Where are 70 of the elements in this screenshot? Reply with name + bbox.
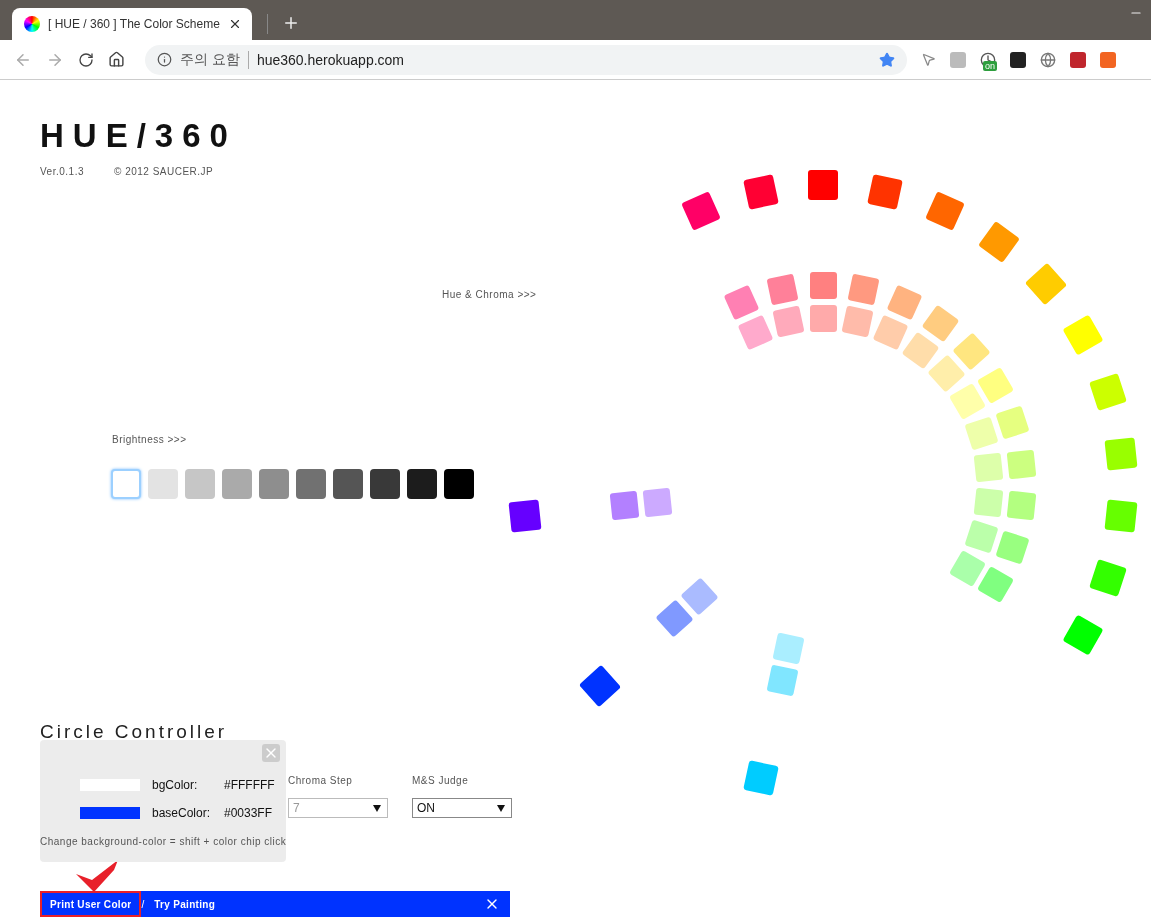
brightness-swatch[interactable] [185,469,215,499]
color-chip[interactable] [973,452,1004,483]
brightness-swatch[interactable] [148,469,178,499]
bar-link[interactable]: Try Painting [144,891,226,917]
brightness-label: Brightness >>> [112,434,188,445]
color-chip[interactable] [841,305,874,338]
color-chip[interactable] [973,487,1004,518]
caret-icon [373,804,381,812]
star-icon[interactable] [879,51,895,68]
logo: HUE/360 [40,116,238,154]
copyright-text: © 2012 SAUCER.JP [114,166,214,177]
url-text: hue360.herokuapp.com [256,51,405,68]
separator-text: / [141,898,145,910]
brightness-swatch[interactable] [222,469,252,499]
color-wheel-icon [24,16,40,32]
home-icon[interactable] [108,51,125,68]
color-chip[interactable] [872,314,909,351]
color-chip[interactable] [808,170,838,200]
brightness-swatch[interactable] [259,469,289,499]
extension-icon[interactable] [1010,51,1026,68]
cursor-icon[interactable] [921,52,936,67]
browser-tab[interactable]: [ HUE / 360 ] The Color Scheme [12,8,252,40]
color-label: baseColor: [152,806,212,820]
close-icon[interactable] [228,17,242,31]
brightness-swatch[interactable] [370,469,400,499]
color-chip[interactable] [927,354,966,393]
bar-link[interactable]: Print User Color [40,891,142,917]
color-chip[interactable] [1006,490,1037,521]
select-field[interactable]: ON [412,798,512,818]
address-bar[interactable]: 주의 요함 hue360.herokuapp.com [145,44,907,75]
color-chip[interactable] [1104,437,1138,471]
color-chip[interactable] [772,305,805,338]
new-tab-icon[interactable] [282,14,300,32]
brightness-swatch[interactable] [407,469,437,499]
brightness-swatch[interactable] [111,469,141,499]
color-chip[interactable] [847,273,880,306]
color-chip[interactable] [964,519,999,554]
security-label: 주의 요함 [180,50,249,69]
brightness-swatch[interactable] [296,469,326,499]
info-icon[interactable] [157,52,172,67]
color-value: #0033FF [224,806,273,820]
hint-text: Change background-color = shift + color chip click [40,836,288,847]
color-chip[interactable] [809,271,837,299]
color-chip[interactable] [766,273,799,306]
color-chip[interactable] [964,416,999,451]
color-chip[interactable] [766,664,799,697]
color-chip[interactable] [1006,449,1037,480]
close-button[interactable] [262,744,280,762]
brightness-swatch[interactable] [444,469,474,499]
extension-badge: on [983,60,997,71]
version-text: Ver.0.1.3 [40,166,84,177]
field-label: Chroma Step [288,775,354,786]
hue-chroma-label: Hue & Chroma >>> [442,289,538,300]
brightness-swatch[interactable] [333,469,363,499]
globe-icon[interactable] [1040,51,1056,68]
tab-title: [ HUE / 360 ] The Color Scheme [48,17,220,31]
color-chip[interactable] [508,499,542,533]
color-chip[interactable] [609,490,640,521]
color-chip[interactable] [948,383,986,421]
color-chip[interactable] [902,331,940,369]
reload-icon[interactable] [78,51,94,68]
color-label: bgColor: [152,778,199,792]
controller-title: Circle Controller [40,721,229,743]
color-chip[interactable] [809,304,837,332]
color-chip[interactable] [642,487,673,518]
caret-icon [497,804,505,812]
color-value: #FFFFFF [224,778,275,792]
color-chip[interactable] [1104,499,1138,533]
field-label: M&S Judge [412,775,470,786]
color-chip[interactable] [772,632,805,665]
